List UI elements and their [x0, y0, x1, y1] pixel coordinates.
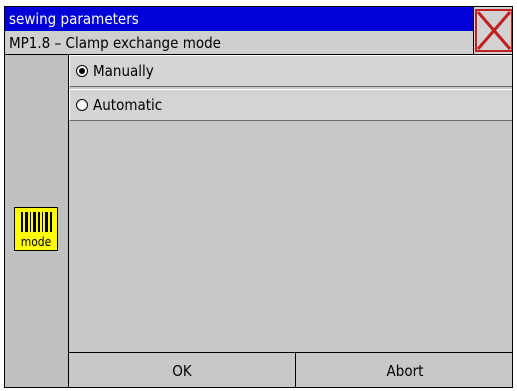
option-manually-label: Manually — [93, 62, 154, 80]
button-bar: OK Abort — [69, 352, 512, 387]
ok-button[interactable]: OK — [69, 353, 296, 387]
option-manually[interactable]: Manually — [69, 55, 512, 87]
radio-selected-icon[interactable] — [76, 65, 88, 77]
close-icon — [475, 9, 512, 52]
option-automatic-label: Automatic — [93, 96, 163, 114]
close-button[interactable] — [473, 7, 512, 55]
window-title: sewing parameters — [5, 7, 473, 31]
content-area — [69, 126, 512, 352]
option-automatic[interactable]: Automatic — [69, 89, 512, 121]
abort-button[interactable]: Abort — [296, 353, 512, 387]
dialog-panel: sewing parameters MP1.8 – Clamp exchange… — [4, 6, 513, 388]
radio-unselected-icon[interactable] — [76, 99, 88, 111]
left-toolbar: mode — [5, 55, 69, 387]
mode-icon-label: mode — [20, 235, 52, 249]
barcode-icon — [21, 212, 52, 232]
screen: sewing parameters MP1.8 – Clamp exchange… — [0, 0, 517, 391]
mode-button[interactable]: mode — [14, 207, 58, 251]
parameter-subtitle: MP1.8 – Clamp exchange mode — [5, 31, 473, 55]
